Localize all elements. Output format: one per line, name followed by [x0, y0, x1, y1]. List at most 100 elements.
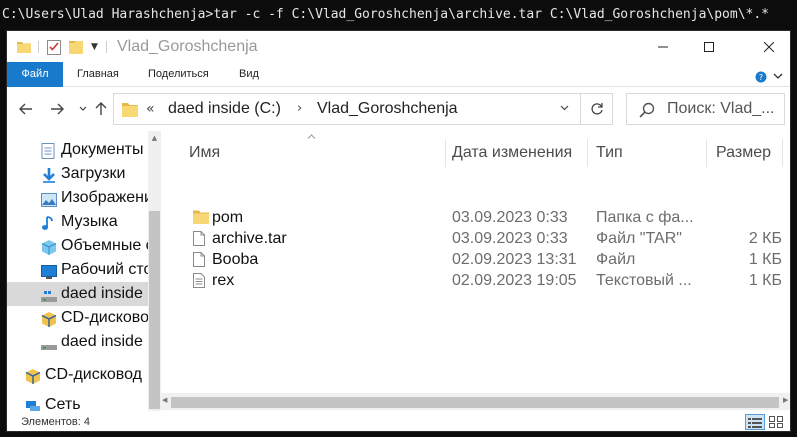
nav-pane-scrollbar[interactable]: ▲	[148, 131, 161, 411]
column-header-type[interactable]: Тип	[596, 143, 623, 163]
navigation-bar: « daed inside (C:) › Vlad_Goroshchenja П…	[7, 87, 790, 131]
pictures-icon	[41, 191, 57, 207]
nav-item-downloads[interactable]: Загрузки	[7, 162, 148, 186]
refresh-button[interactable]	[580, 94, 613, 124]
file-date: 03.09.2023 0:33	[452, 230, 568, 247]
cd-drive-icon	[25, 368, 41, 384]
large-icons-view-button[interactable]	[767, 414, 787, 430]
horizontal-scrollbar[interactable]: ◀ ▶	[161, 393, 790, 410]
svg-text:?: ?	[759, 73, 763, 82]
network-icon	[25, 398, 41, 411]
nav-item-label: CD-дисковод	[61, 309, 148, 326]
tab-share[interactable]: Поделиться	[148, 62, 209, 87]
file-name: Booba	[212, 251, 259, 268]
nav-item-pictures[interactable]: Изображения	[7, 186, 148, 210]
nav-item-label: daed inside (C:)	[61, 285, 148, 302]
recent-locations-button[interactable]	[73, 97, 93, 121]
maximize-button[interactable]	[686, 31, 732, 62]
details-view-icon	[748, 418, 762, 428]
scrollbar-thumb[interactable]	[171, 397, 779, 408]
file-type: Текстовый ...	[596, 272, 692, 289]
expand-ribbon-icon[interactable]	[771, 68, 785, 82]
column-divider[interactable]	[587, 139, 588, 167]
nav-item-music[interactable]: Музыка	[7, 210, 148, 234]
desktop-icon	[41, 263, 57, 279]
column-header-size[interactable]: Размер	[716, 143, 771, 163]
documents-icon	[41, 143, 57, 159]
breadcrumb-folder[interactable]: Vlad_Goroshchenja	[317, 94, 458, 124]
chevron-down-icon	[79, 106, 87, 111]
text-file-icon	[193, 273, 205, 293]
column-divider[interactable]	[706, 139, 707, 167]
nav-item-documents[interactable]: Документы	[7, 138, 148, 162]
column-header-name[interactable]: Имя	[189, 143, 220, 163]
forward-button[interactable]	[47, 97, 67, 121]
nav-item-3d-objects[interactable]: Объемные объекты	[7, 234, 148, 258]
column-header-date[interactable]: Дата изменения	[452, 143, 572, 163]
nav-item-drive-c[interactable]: daed inside (C:)	[7, 282, 148, 306]
file-name: rex	[212, 272, 235, 289]
cd-drive-icon	[41, 311, 57, 327]
file-date: 02.09.2023 19:05	[452, 272, 577, 289]
close-button[interactable]	[746, 31, 790, 62]
address-overflow-button[interactable]: «	[146, 94, 155, 124]
column-divider[interactable]	[445, 139, 446, 167]
file-size: 1 КБ	[748, 251, 782, 268]
quick-access-dropdown-icon[interactable]: ▼	[91, 31, 98, 62]
help-icon[interactable]: ?	[755, 68, 767, 83]
large-icons-view-icon	[769, 416, 783, 428]
folder-icon	[193, 210, 209, 229]
sort-ascending-icon	[307, 132, 316, 142]
table-row[interactable]: pom 03.09.2023 0:33 Папка с фа...	[181, 207, 786, 228]
properties-icon[interactable]	[47, 31, 61, 62]
nav-item-cd-drive-2[interactable]: CD-дисковод	[7, 363, 148, 387]
table-row[interactable]: rex 02.09.2023 19:05 Текстовый ... 1 КБ	[181, 270, 786, 291]
scroll-left-icon[interactable]: ◀	[162, 396, 167, 404]
file-list: Имя Дата изменения Тип Размер pom 03.09.…	[161, 131, 790, 411]
console-output: C:\Users\Ulad Harashchenja>tar -c -f C:\…	[0, 0, 797, 30]
nav-item-drive-c-2[interactable]: daed inside (C:)	[7, 330, 148, 354]
back-button[interactable]	[16, 97, 36, 121]
table-row[interactable]: archive.tar 03.09.2023 0:33 Файл "TAR" 2…	[181, 228, 786, 249]
tab-file[interactable]: Файл	[7, 62, 63, 87]
nav-item-network[interactable]: Сеть	[7, 393, 148, 411]
address-dropdown-button[interactable]	[552, 94, 576, 124]
navigation-pane: Документы Загрузки Изображения Музыка Об…	[7, 131, 161, 411]
nav-item-label: Загрузки	[61, 165, 126, 182]
file-name: archive.tar	[212, 230, 287, 247]
folder-icon	[17, 31, 31, 62]
scrollbar-thumb[interactable]	[149, 211, 160, 409]
file-size: 2 КБ	[748, 230, 782, 247]
scroll-right-icon[interactable]: ▶	[783, 396, 788, 404]
nav-item-label: Сеть	[45, 396, 81, 411]
table-row[interactable]: Booba 02.09.2023 13:31 Файл 1 КБ	[181, 249, 786, 270]
new-folder-icon[interactable]	[69, 31, 83, 62]
up-button[interactable]	[91, 97, 111, 121]
nav-item-desktop[interactable]: Рабочий стол	[7, 258, 148, 282]
tab-view[interactable]: Вид	[239, 62, 259, 87]
close-icon	[764, 41, 774, 52]
scroll-up-icon[interactable]: ▲	[148, 134, 161, 142]
breadcrumb-separator[interactable]: ›	[297, 94, 302, 124]
breadcrumb-drive[interactable]: daed inside (C:)	[168, 94, 281, 124]
refresh-icon	[591, 103, 603, 115]
details-view-button[interactable]	[745, 414, 765, 430]
minimize-button[interactable]	[640, 31, 686, 62]
tab-home[interactable]: Главная	[77, 62, 119, 87]
file-icon	[193, 252, 205, 272]
address-bar[interactable]: « daed inside (C:) › Vlad_Goroshchenja	[113, 93, 613, 125]
drive-icon	[41, 335, 57, 350]
arrow-up-icon	[95, 102, 107, 115]
file-size: 1 КБ	[748, 272, 782, 289]
ribbon-tabs: Файл Главная Поделиться Вид ?	[7, 62, 790, 87]
nav-item-label: Изображения	[61, 189, 148, 206]
title-bar: ▼ Vlad_Goroshchenja	[7, 31, 790, 62]
search-box[interactable]: Поиск: Vlad_...	[626, 93, 785, 125]
nav-item-cd-drive[interactable]: CD-дисковод	[7, 306, 148, 330]
search-icon	[639, 102, 655, 122]
minimize-icon	[658, 46, 668, 47]
column-divider[interactable]	[782, 139, 783, 167]
file-date: 03.09.2023 0:33	[452, 209, 568, 226]
folder-icon	[122, 102, 138, 121]
explorer-window: ▼ Vlad_Goroshchenja Файл Главная Поделит…	[6, 30, 791, 432]
